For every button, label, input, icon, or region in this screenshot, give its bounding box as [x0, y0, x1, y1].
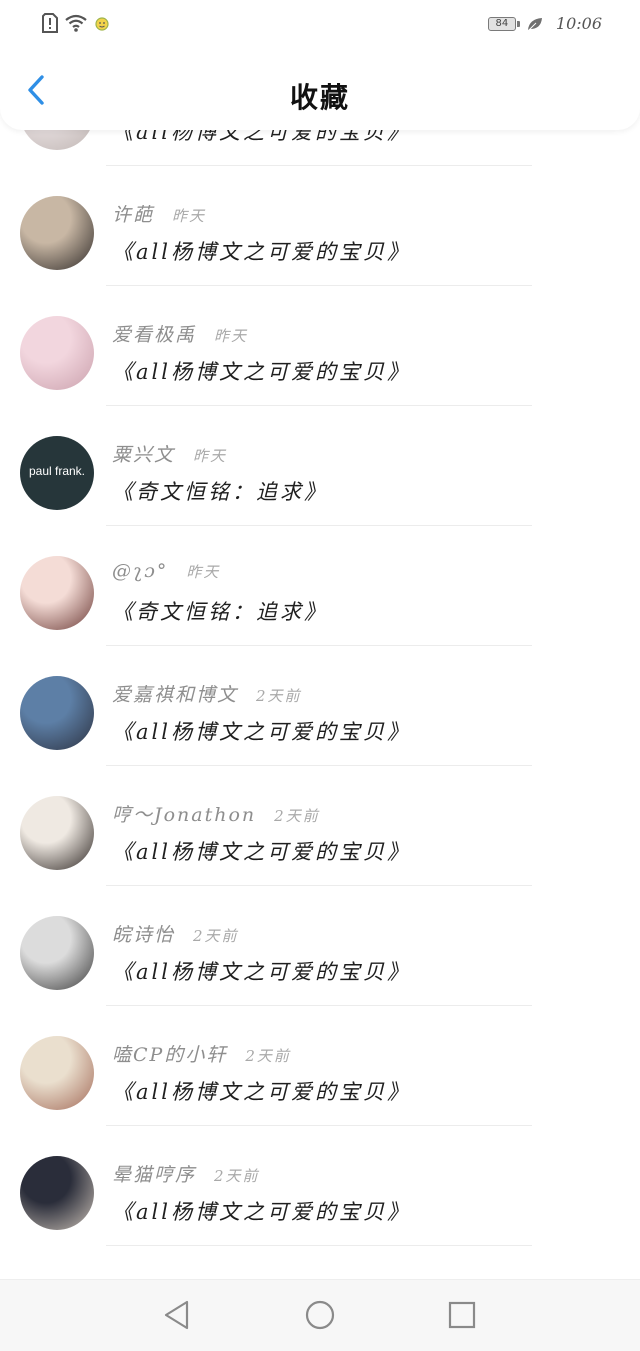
favorite-item[interactable]: 皖诗怡 2天前 《all杨博文之可爱的宝贝》	[0, 886, 640, 1006]
favorites-list-content: 《all杨博文之可爱的宝贝》 许葩 昨天 《all杨博文之可爱的宝贝》 爱看极禹…	[0, 130, 640, 1246]
favorite-item[interactable]: paul frank. 粟兴文 昨天 《奇文恒铭：追求》	[0, 406, 640, 526]
username[interactable]: 晕猫哼序	[112, 1160, 196, 1187]
favorites-list[interactable]: 《all杨博文之可爱的宝贝》 许葩 昨天 《all杨博文之可爱的宝贝》 爱看极禹…	[0, 130, 640, 1280]
user-avatar[interactable]	[20, 1156, 94, 1230]
user-avatar[interactable]	[20, 130, 94, 150]
book-title[interactable]: 《all杨博文之可爱的宝贝》	[112, 716, 411, 746]
saved-time: 昨天	[172, 207, 207, 225]
battery-level: 84	[495, 18, 509, 29]
user-avatar[interactable]	[20, 1036, 94, 1110]
item-meta: @ʅɔ° 昨天	[112, 560, 220, 582]
username[interactable]: 哼～Jonathon	[112, 800, 256, 827]
battery-icon: 84	[487, 16, 520, 31]
book-title[interactable]: 《奇文恒铭：追求》	[112, 476, 328, 506]
favorite-item[interactable]: 嗑CP的小轩 2天前 《all杨博文之可爱的宝贝》	[0, 1006, 640, 1126]
square-recents-icon	[448, 1301, 476, 1329]
username[interactable]: 爱看极禹	[112, 320, 196, 347]
username[interactable]: 皖诗怡	[112, 920, 175, 947]
book-title[interactable]: 《all杨博文之可爱的宝贝》	[112, 1196, 411, 1226]
item-meta: 许葩 昨天	[112, 200, 206, 227]
book-title[interactable]: 《all杨博文之可爱的宝贝》	[112, 836, 411, 866]
favorite-item[interactable]: 爱嘉祺和博文 2天前 《all杨博文之可爱的宝贝》	[0, 646, 640, 766]
status-icons-left	[42, 13, 110, 33]
item-meta: 爱嘉祺和博文 2天前	[112, 680, 302, 707]
item-meta: 粟兴文 昨天	[112, 440, 227, 467]
item-meta: 嗑CP的小轩 2天前	[112, 1040, 291, 1067]
saved-time: 昨天	[193, 447, 228, 465]
book-title[interactable]: 《all杨博文之可爱的宝贝》	[112, 236, 411, 266]
saved-time: 昨天	[214, 327, 249, 345]
user-avatar[interactable]: paul frank.	[20, 436, 94, 510]
status-bar: 84 10:06	[0, 0, 640, 48]
user-avatar[interactable]	[20, 556, 94, 630]
favorite-item[interactable]: 许葩 昨天 《all杨博文之可爱的宝贝》	[0, 166, 640, 286]
item-meta: 皖诗怡 2天前	[112, 920, 239, 947]
item-meta: 晕猫哼序 2天前	[112, 1160, 260, 1187]
book-title[interactable]: 《all杨博文之可爱的宝贝》	[112, 356, 411, 386]
wifi-icon	[65, 14, 87, 32]
book-title[interactable]: 《all杨博文之可爱的宝贝》	[112, 956, 411, 986]
user-avatar[interactable]	[20, 196, 94, 270]
leaf-icon	[527, 17, 542, 31]
triangle-back-icon	[164, 1300, 189, 1330]
user-avatar[interactable]	[20, 916, 94, 990]
user-avatar[interactable]	[20, 676, 94, 750]
book-title[interactable]: 《all杨博文之可爱的宝贝》	[112, 130, 411, 146]
favorite-item[interactable]: 爱看极禹 昨天 《all杨博文之可爱的宝贝》	[0, 286, 640, 406]
book-title[interactable]: 《all杨博文之可爱的宝贝》	[112, 1076, 411, 1106]
avatar-logo-text: paul frank.	[28, 464, 86, 478]
page-title: 收藏	[289, 81, 350, 114]
username[interactable]: 粟兴文	[112, 440, 175, 467]
system-nav-bar	[0, 1279, 640, 1351]
favorite-item[interactable]: 哼～Jonathon 2天前 《all杨博文之可爱的宝贝》	[0, 766, 640, 886]
nav-recents-button[interactable]	[445, 1298, 479, 1332]
status-icons-right: 84 10:06	[487, 14, 602, 33]
username[interactable]: 爱嘉祺和博文	[112, 680, 238, 707]
item-meta: 哼～Jonathon 2天前	[112, 800, 320, 827]
divider	[106, 1245, 532, 1246]
saved-time: 2天前	[214, 1167, 260, 1185]
emoji-notification-icon	[95, 17, 109, 31]
user-avatar[interactable]	[20, 796, 94, 870]
saved-time: 2天前	[245, 1047, 291, 1065]
saved-time: 2天前	[274, 807, 320, 825]
nav-back-button[interactable]	[160, 1298, 194, 1332]
alert-icon	[42, 13, 58, 33]
saved-time: 2天前	[193, 927, 239, 945]
nav-home-button[interactable]	[303, 1298, 337, 1332]
app-header: 收藏	[0, 48, 640, 130]
favorite-item[interactable]: 《all杨博文之可爱的宝贝》	[0, 130, 640, 166]
user-avatar[interactable]	[20, 316, 94, 390]
username[interactable]: 许葩	[112, 200, 154, 227]
book-title[interactable]: 《奇文恒铭：追求》	[112, 596, 328, 626]
username[interactable]: @ʅɔ°	[112, 560, 168, 582]
saved-time: 昨天	[186, 563, 221, 581]
circle-home-icon	[305, 1300, 335, 1330]
item-meta: 爱看极禹 昨天	[112, 320, 248, 347]
status-time: 10:06	[555, 14, 602, 33]
username[interactable]: 嗑CP的小轩	[112, 1040, 227, 1067]
favorite-item[interactable]: 晕猫哼序 2天前 《all杨博文之可爱的宝贝》	[0, 1126, 640, 1246]
saved-time: 2天前	[256, 687, 302, 705]
favorite-item[interactable]: @ʅɔ° 昨天 《奇文恒铭：追求》	[0, 526, 640, 646]
